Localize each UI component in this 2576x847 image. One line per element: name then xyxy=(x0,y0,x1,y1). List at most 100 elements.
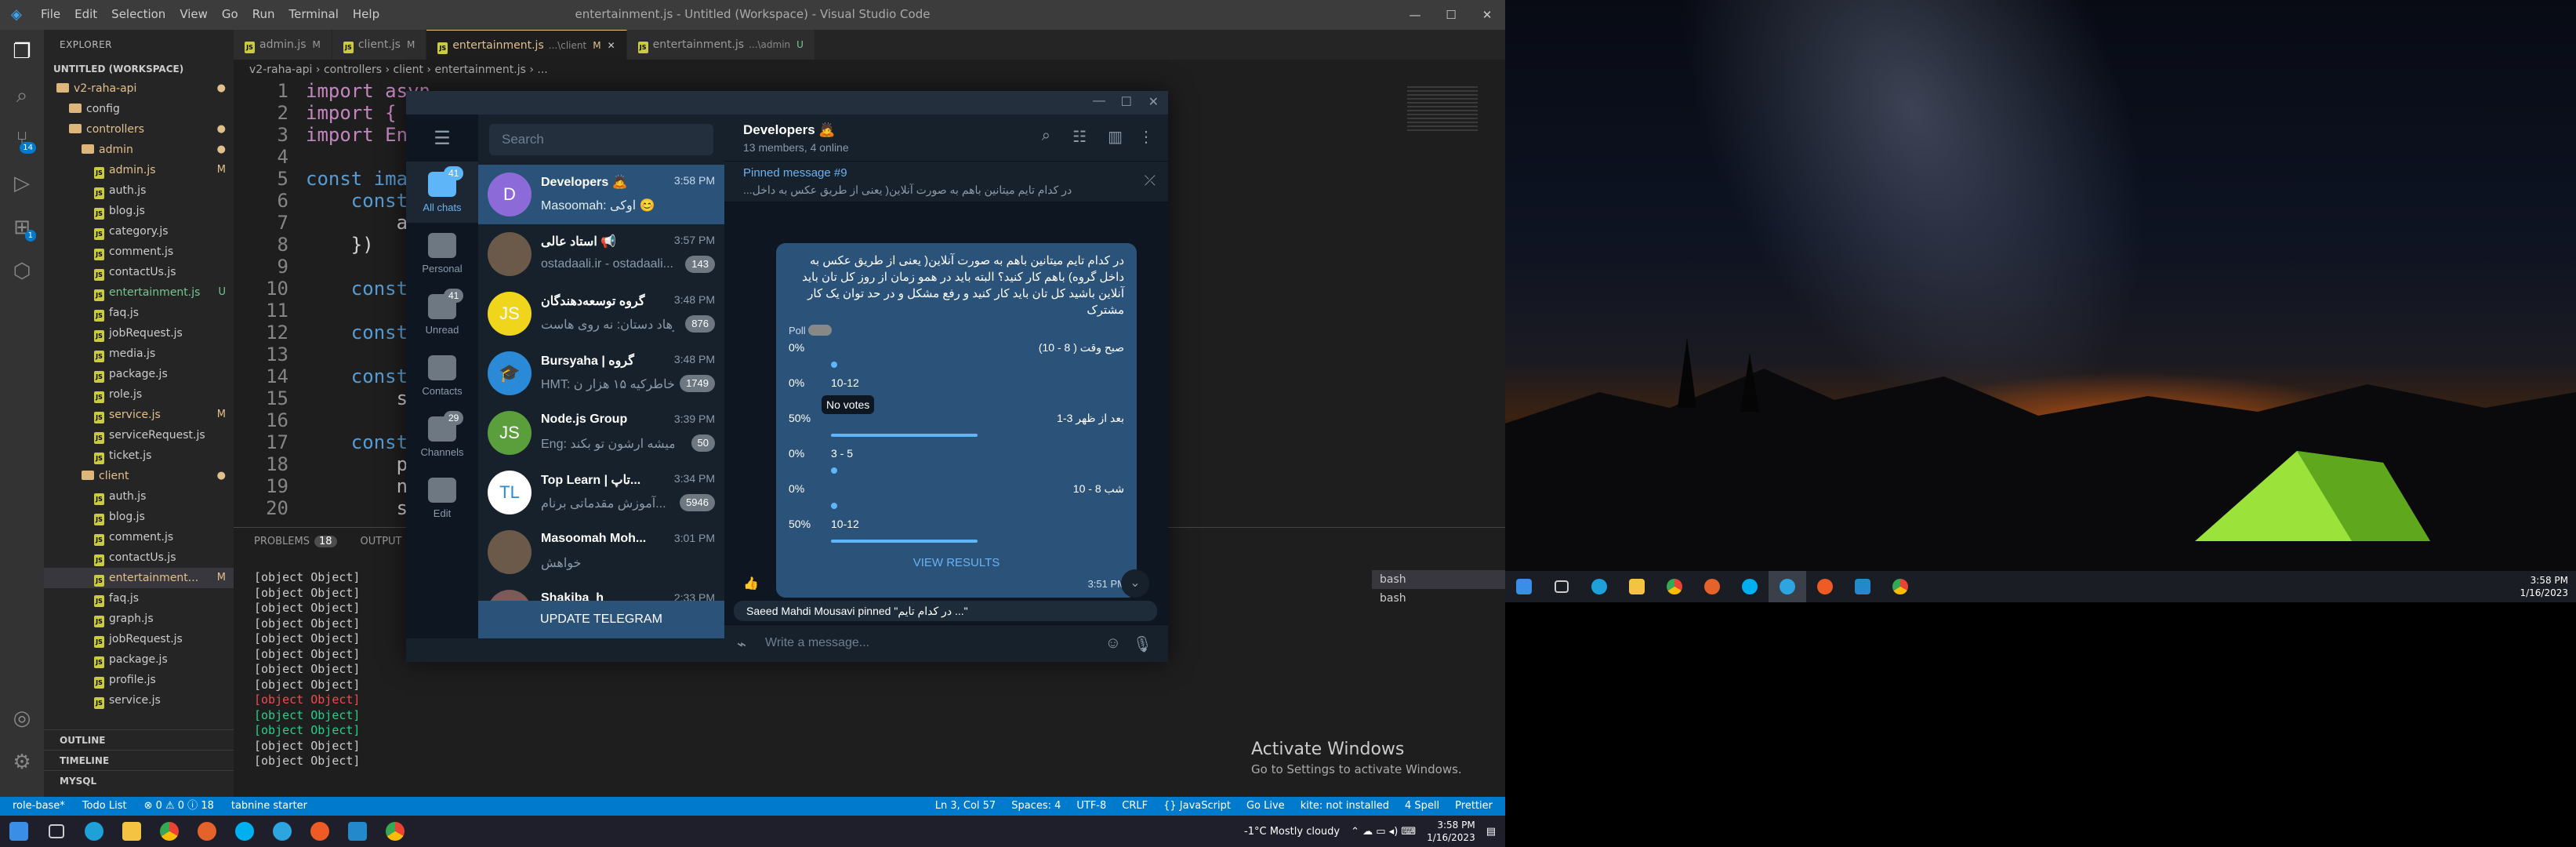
account-icon[interactable]: ◎ xyxy=(0,696,44,740)
extensions-icon[interactable]: ⊞ 1 xyxy=(0,205,44,249)
file-item[interactable]: JS media.js xyxy=(44,344,234,364)
file-item[interactable]: JS blog.js xyxy=(44,201,234,221)
file-item[interactable]: JS comment.js xyxy=(44,527,234,547)
folder-channels[interactable]: 29 Channels xyxy=(406,406,478,467)
notification-icon[interactable]: ▤ xyxy=(1486,826,1496,838)
file-explorer-2-icon[interactable] xyxy=(1618,571,1656,602)
tg-minimize-icon[interactable]: — xyxy=(1093,94,1105,108)
editor-tab[interactable]: JS entertainment.js ...\client M ✕ xyxy=(426,30,627,60)
chat-item[interactable]: استاد عالی 📢 3:57 PM ostadaali.ir - ostada… xyxy=(478,224,724,284)
file-item[interactable]: JS auth.js xyxy=(44,180,234,201)
tg-close-icon[interactable]: ✕ xyxy=(1148,94,1159,110)
status-right-item[interactable]: CRLF xyxy=(1122,797,1148,816)
minimap[interactable] xyxy=(1399,80,1493,527)
firefox-icon[interactable] xyxy=(188,816,226,847)
file-item[interactable]: JS blog.js xyxy=(44,507,234,527)
microphone-icon[interactable]: 🎙 xyxy=(1133,634,1152,654)
file-item[interactable]: JS comment.js xyxy=(44,242,234,262)
emoji-icon[interactable]: ☺ xyxy=(1105,634,1121,653)
attach-icon[interactable]: ⌁ xyxy=(737,634,746,654)
folder-unread[interactable]: 41 Unread xyxy=(406,284,478,345)
vscode-taskbar-icon[interactable] xyxy=(339,816,376,847)
update-telegram-button[interactable]: UPDATE TELEGRAM xyxy=(478,601,724,638)
postman-2-icon[interactable] xyxy=(1806,571,1844,602)
file-item[interactable]: JS admin.js M xyxy=(44,160,234,180)
file-item[interactable]: JS faq.js xyxy=(44,588,234,609)
edge-icon[interactable] xyxy=(75,816,113,847)
chat-item[interactable]: JS گروه توسعه‌دهندگان 3:48 PM فرهاد دستان: … xyxy=(478,284,724,344)
scroll-down-icon[interactable]: ⌄ xyxy=(1121,569,1149,598)
files-icon[interactable]: ❐ xyxy=(0,30,44,74)
poll-option[interactable]: 0% 3 - 5 xyxy=(789,442,1124,478)
chrome-2-icon[interactable] xyxy=(376,816,414,847)
minimize-icon[interactable]: — xyxy=(1397,0,1433,30)
section-timeline[interactable]: TIMELINE xyxy=(44,750,234,770)
folder-edit[interactable]: Edit xyxy=(406,467,478,529)
maximize-icon[interactable]: ☐ xyxy=(1433,0,1469,30)
chat-item[interactable]: JS Node.js Group 3:39 PM Eng: میشه ارشون تو… xyxy=(478,403,724,463)
close-icon[interactable]: ✕ xyxy=(1469,0,1505,30)
folder-item[interactable]: config xyxy=(44,99,234,119)
source-control-icon[interactable]: ⑂ 14 xyxy=(0,118,44,162)
settings-gear-icon[interactable]: ⚙ xyxy=(0,740,44,784)
editor-tab[interactable]: JS client.js M xyxy=(332,30,427,60)
folder-item[interactable]: controllers ● xyxy=(44,119,234,140)
section-outline[interactable]: OUTLINE xyxy=(44,729,234,750)
folder-personal[interactable]: Personal xyxy=(406,223,478,284)
unpin-icon[interactable]: ⤫ xyxy=(1145,173,1156,189)
firefox-2-icon[interactable] xyxy=(1693,571,1731,602)
workspace-title[interactable]: UNTITLED (WORKSPACE) xyxy=(44,60,234,78)
voice-chat-icon[interactable]: ☷ xyxy=(1072,127,1087,147)
tab-problems[interactable]: PROBLEMS 18 xyxy=(254,536,337,547)
folder-contacts[interactable]: Contacts xyxy=(406,345,478,406)
clock-2[interactable]: 3:58 PM 1/16/2023 xyxy=(2520,574,2568,599)
run-debug-icon[interactable]: ▷ xyxy=(0,162,44,205)
telegram-icon[interactable] xyxy=(263,816,301,847)
start-2-icon[interactable] xyxy=(1505,571,1543,602)
tab-output[interactable]: OUTPUT xyxy=(361,536,402,547)
file-item[interactable]: JS auth.js xyxy=(44,486,234,507)
file-item[interactable]: JS package.js xyxy=(44,364,234,384)
status-left-item[interactable]: Todo List xyxy=(82,797,127,816)
menu-hamburger-icon[interactable]: ☰ xyxy=(406,115,478,162)
tray-icons[interactable]: ⌃ ☁ ▭ ◂) ⌨ xyxy=(1351,826,1416,838)
file-item[interactable]: JS role.js xyxy=(44,384,234,405)
tab-close-icon[interactable]: ✕ xyxy=(608,40,615,51)
telegram-2-icon[interactable] xyxy=(1769,571,1806,602)
folder-all-chats[interactable]: 41 All chats xyxy=(406,162,478,223)
sidebar-toggle-icon[interactable]: ▥ xyxy=(1108,127,1123,147)
search-icon[interactable]: ⌕ xyxy=(0,74,44,118)
chrome-icon[interactable] xyxy=(151,816,188,847)
postman-icon[interactable] xyxy=(301,816,339,847)
task-view-2-icon[interactable] xyxy=(1543,571,1580,602)
editor-tab[interactable]: JS entertainment.js ...\admin U xyxy=(626,30,815,60)
file-item[interactable]: JS service.js M xyxy=(44,405,234,425)
file-item[interactable]: JS package.js xyxy=(44,649,234,670)
chat-item[interactable]: D Developers 🙇 3:58 PM Masoomah: اوکی 😊 xyxy=(478,165,724,224)
status-right-item[interactable]: kite: not installed xyxy=(1301,797,1389,816)
edge-2-icon[interactable] xyxy=(1580,571,1618,602)
clock[interactable]: 3:58 PM 1/16/2023 xyxy=(1427,819,1475,844)
chrome-4-icon[interactable] xyxy=(1881,571,1919,602)
status-right-item[interactable]: {} JavaScript xyxy=(1163,797,1231,816)
weather-text[interactable]: -1°C Mostly cloudy xyxy=(1244,826,1340,838)
folder-item[interactable]: v2-raha-api ● xyxy=(44,78,234,99)
start-icon[interactable] xyxy=(0,816,38,847)
terminal-instance[interactable]: bash xyxy=(1372,589,1505,608)
status-right-item[interactable]: Go Live xyxy=(1246,797,1285,816)
file-item[interactable]: JS entertainment.js U xyxy=(44,282,234,303)
status-left-item[interactable]: role-base* xyxy=(13,797,65,816)
chat-item[interactable]: Masoomah Moh... 3:01 PM خواهش xyxy=(478,522,724,582)
poll-option[interactable]: 0% شب 8 - 10 xyxy=(789,478,1124,513)
terminal-output[interactable]: [object Object] [object Object] [object Ob… xyxy=(254,570,360,769)
status-right-item[interactable]: Ln 3, Col 57 xyxy=(935,797,996,816)
status-right-item[interactable]: Prettier xyxy=(1455,797,1493,816)
status-right-item[interactable]: Spaces: 4 xyxy=(1011,797,1061,816)
section-mysql[interactable]: MYSQL xyxy=(44,770,234,791)
thumbs-up-icon[interactable]: 👍 xyxy=(743,576,759,591)
chat-item[interactable]: TL Top Learn | تاپ... 3:34 PM آموزش مقدماتی… xyxy=(478,463,724,522)
message-input[interactable]: Write a message... xyxy=(765,636,869,650)
pinned-bar[interactable]: Pinned message #9 در کدام تایم میتانین ب… xyxy=(724,162,1168,202)
editor-tab[interactable]: JS admin.js M xyxy=(234,30,332,60)
poll-option[interactable]: 50% 10-12 xyxy=(789,513,1124,548)
